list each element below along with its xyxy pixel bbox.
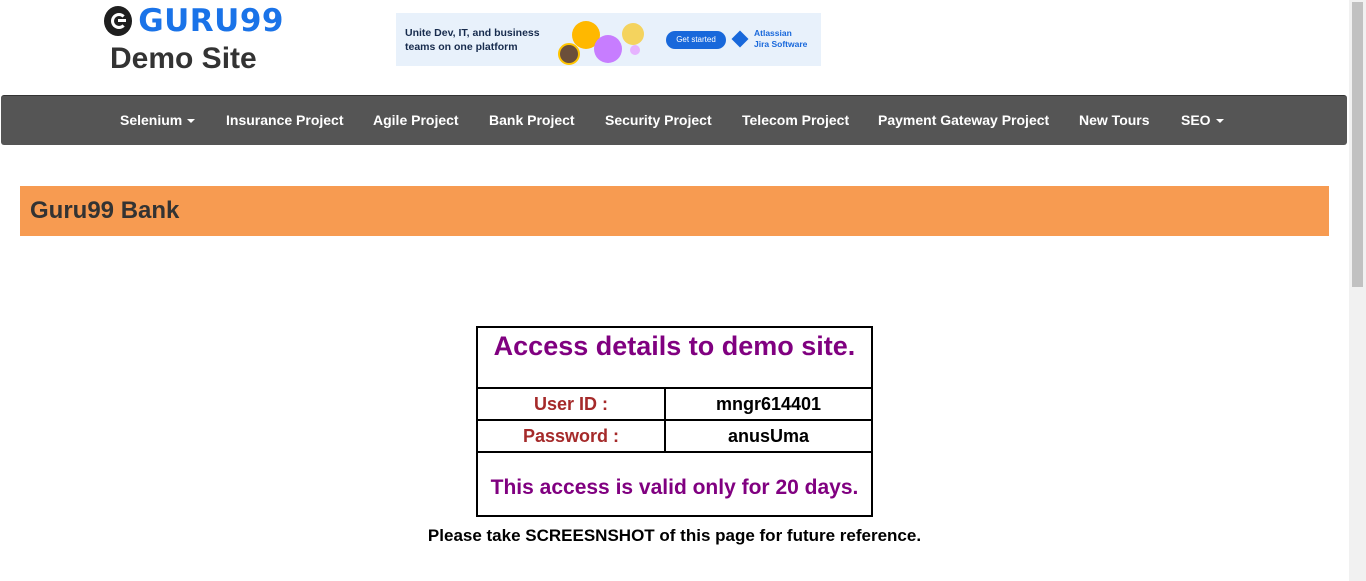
access-heading-cell: Access details to demo site. [476, 326, 873, 389]
atlassian-brand: Atlassian Jira Software [731, 28, 808, 50]
brand-line-1: Atlassian [754, 28, 792, 38]
nav-agile-project[interactable]: Agile Project [373, 96, 459, 146]
guru99-logo[interactable]: GURU99 [104, 3, 284, 39]
validity-text: This access is valid only for 20 days. [490, 476, 859, 499]
nav-new-tours[interactable]: New Tours [1079, 96, 1150, 146]
nav-seo[interactable]: SEO [1181, 96, 1224, 146]
jira-diamond-icon [731, 30, 749, 48]
get-started-button[interactable]: Get started [666, 31, 726, 49]
ad-banner[interactable]: Unite Dev, IT, and business teams on one… [396, 13, 821, 66]
password-value: anusUma [664, 419, 873, 453]
guru99-logo-icon [104, 6, 133, 36]
access-heading: Access details to demo site. [493, 331, 856, 361]
password-label: Password : [476, 419, 666, 453]
user-id-value: mngr614401 [664, 387, 873, 421]
bank-banner: Guru99 Bank [20, 186, 1329, 236]
user-id-label: User ID : [476, 387, 666, 421]
main-navbar: Selenium Insurance Project Agile Project… [1, 95, 1347, 145]
nav-insurance-project[interactable]: Insurance Project [226, 96, 344, 146]
nav-selenium[interactable]: Selenium [120, 96, 196, 146]
caret-down-icon [1215, 119, 1224, 124]
nav-payment-gateway-project[interactable]: Payment Gateway Project [878, 96, 1049, 146]
logo-text: GURU99 [138, 3, 284, 39]
access-details-table: Access details to demo site. User ID : m… [476, 326, 873, 517]
ad-headline: Unite Dev, IT, and business teams on one… [405, 27, 540, 53]
site-title: Demo Site [110, 42, 257, 75]
caret-down-icon [187, 119, 196, 124]
nav-telecom-project[interactable]: Telecom Project [742, 96, 849, 146]
ad-people-illustration [546, 15, 646, 65]
scrollbar-thumb[interactable] [1352, 2, 1363, 287]
brand-line-2: Jira Software [754, 39, 808, 49]
nav-bank-project[interactable]: Bank Project [489, 96, 575, 146]
vertical-scrollbar[interactable] [1349, 0, 1366, 581]
validity-cell: This access is valid only for 20 days. [476, 451, 873, 517]
page-title: Guru99 Bank [30, 197, 180, 224]
nav-security-project[interactable]: Security Project [605, 96, 712, 146]
screenshot-note: Please take SCREESNSHOT of this page for… [427, 526, 922, 545]
